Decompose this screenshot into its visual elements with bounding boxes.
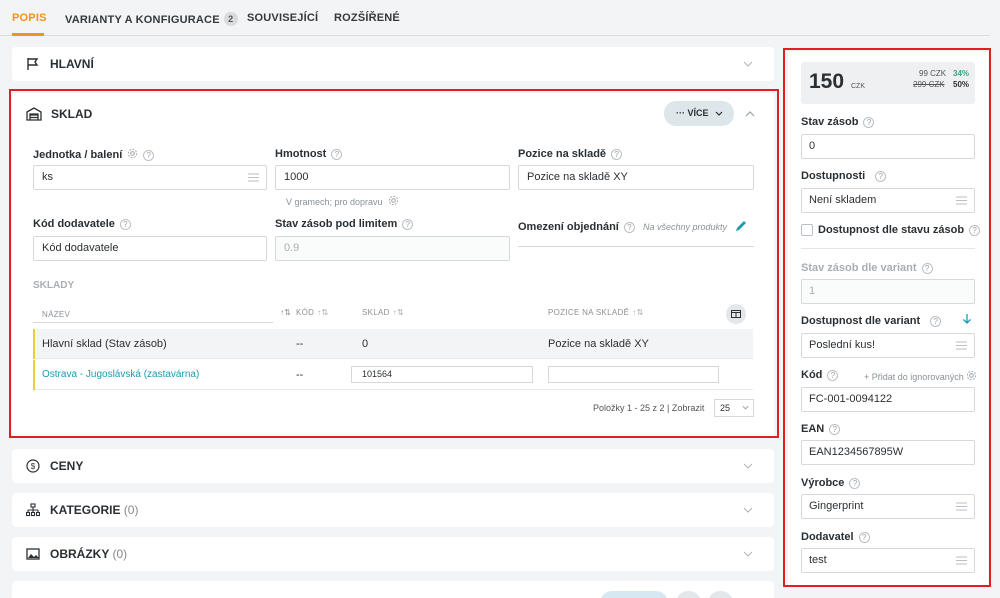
kategorie-title-text: KATEGORIE	[50, 503, 121, 517]
image-icon	[26, 548, 40, 560]
tab-souvisejici[interactable]: SOUVISEJÍCÍ	[247, 12, 318, 24]
section-title-hlavni: HLAVNÍ	[50, 57, 94, 71]
kategorie-count: (0)	[123, 503, 139, 517]
tab-varianty[interactable]: VARIANTY A KONFIGURACE 2	[65, 12, 238, 26]
section-hlavni[interactable]: HLAVNÍ	[12, 47, 774, 81]
highlight-box-sklad	[9, 89, 779, 438]
tab-popis[interactable]: POPIS	[12, 12, 47, 24]
active-tab-indicator	[12, 33, 44, 36]
tab-rozsirene[interactable]: ROZŠÍŘENÉ	[334, 12, 400, 24]
flag-icon	[27, 58, 39, 70]
action-button[interactable]	[600, 591, 668, 598]
section-kategorie[interactable]: KATEGORIE (0)	[12, 493, 774, 527]
obrazky-title-text: OBRÁZKY	[50, 547, 110, 561]
tab-bar: POPIS VARIANTY A KONFIGURACE 2 SOUVISEJÍC…	[0, 0, 990, 36]
hierarchy-icon	[26, 503, 40, 517]
obrazky-count: (0)	[112, 547, 128, 561]
highlight-box-right-panel	[783, 48, 991, 587]
section-ceny[interactable]: $ CENY	[12, 449, 774, 483]
section-obrazky[interactable]: OBRÁZKY (0)	[12, 537, 774, 571]
chevron-down-icon[interactable]	[742, 504, 754, 516]
chevron-down-icon[interactable]	[742, 58, 754, 70]
coin-icon: $	[26, 459, 40, 473]
section-title-obrazky: OBRÁZKY (0)	[50, 547, 127, 561]
svg-text:$: $	[31, 462, 36, 471]
chevron-down-icon[interactable]	[742, 460, 754, 472]
section-title-kategorie: KATEGORIE (0)	[50, 503, 138, 517]
variants-count-badge: 2	[223, 12, 238, 26]
tab-varianty-label: VARIANTY A KONFIGURACE	[65, 14, 220, 26]
chevron-down-icon[interactable]	[742, 548, 754, 560]
section-title-ceny: CENY	[50, 459, 84, 473]
